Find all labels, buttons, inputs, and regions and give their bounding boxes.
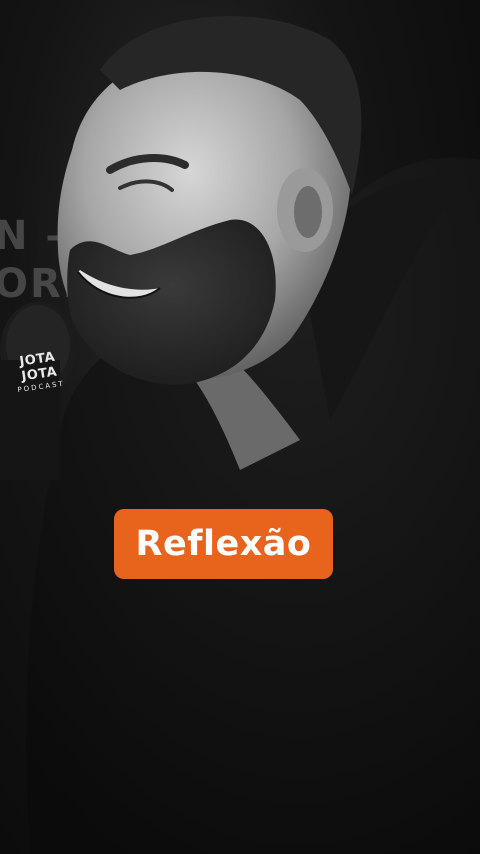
caption-text: Reflexão	[135, 524, 312, 564]
caption-badge: Reflexão	[114, 509, 333, 579]
speaker-photo	[0, 15, 480, 854]
video-frame[interactable]: N — ORI JOTA JOTA PODCAST Reflexão	[0, 0, 480, 854]
